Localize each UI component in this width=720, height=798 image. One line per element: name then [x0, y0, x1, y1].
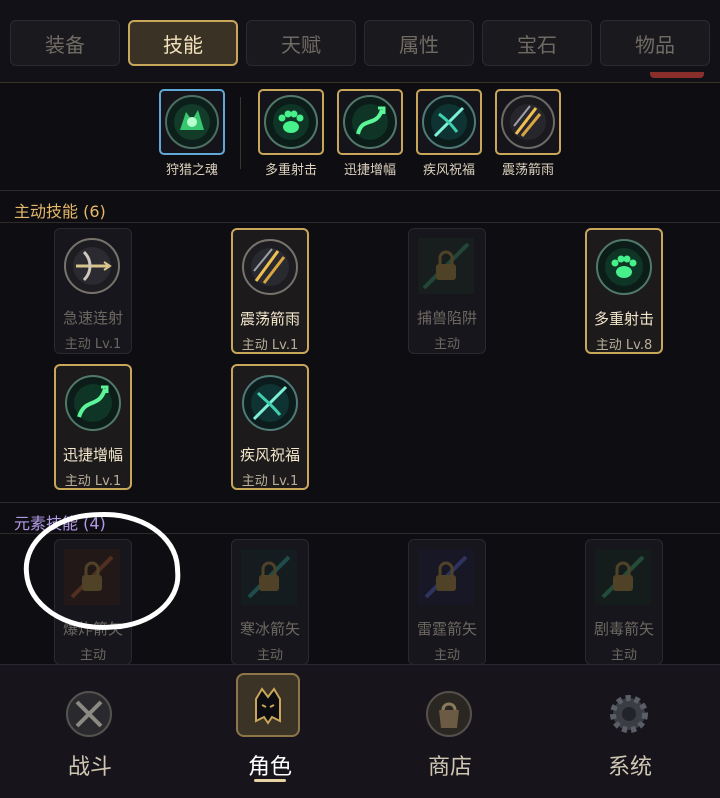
skill-level: 主动 Lv.1	[64, 337, 122, 352]
skill-level: 主动 Lv.1	[241, 338, 299, 353]
skill-card[interactable]: 寒冰箭矢 主动	[231, 539, 309, 665]
skill-card[interactable]: 剧毒箭矢 主动	[585, 539, 663, 665]
notification-mark	[650, 72, 704, 78]
helmet-icon	[236, 673, 300, 737]
tab-skills[interactable]: 技能	[128, 20, 238, 66]
gear-icon	[598, 683, 660, 745]
skill-name: 多重射击	[593, 310, 654, 328]
section-divider	[0, 502, 720, 503]
skill-card[interactable]: 震荡箭雨 主动 Lv.1	[231, 228, 309, 354]
skill-card[interactable]: 迅捷增幅 主动 Lv.1	[54, 364, 132, 490]
tab-attributes[interactable]: 属性	[364, 20, 474, 66]
equipped-slot-2[interactable]: 迅捷增幅	[337, 89, 403, 178]
skill-card[interactable]: 雷霆箭矢 主动	[408, 539, 486, 665]
skill-level: 主动 Lv.1	[64, 474, 122, 489]
equipped-slot-soul[interactable]: 狩猎之魂	[159, 89, 225, 178]
skill-card[interactable]: 多重射击 主动 Lv.8	[585, 228, 663, 354]
lock-icon	[592, 546, 654, 608]
nav-system[interactable]: 系统	[540, 665, 720, 798]
skill-level: 主动	[79, 648, 106, 663]
equipped-slot-label: 疾风祝福	[422, 163, 475, 178]
section-divider	[0, 190, 720, 191]
skill-name: 捕兽陷阱	[416, 309, 477, 327]
swift-arrow-icon	[337, 89, 403, 155]
nav-label: 战斗	[67, 755, 112, 780]
bow-blessing-icon	[239, 372, 301, 434]
skill-name: 寒冰箭矢	[239, 620, 300, 638]
arrow-rain-icon	[239, 236, 301, 298]
paw-icon	[593, 236, 655, 298]
skill-level: 主动	[433, 337, 460, 352]
skill-level: 主动	[610, 648, 637, 663]
nav-character[interactable]: 角色	[180, 665, 360, 798]
crossed-swords-icon	[58, 683, 120, 745]
skill-level: 主动	[256, 648, 283, 663]
equipped-skills-bar: 狩猎之魂 多重射击 迅捷增幅 疾风祝福 震荡箭雨	[0, 83, 720, 183]
equipped-slot-label: 迅捷增幅	[343, 163, 396, 178]
skill-level: 主动	[433, 648, 460, 663]
equipped-slot-3[interactable]: 疾风祝福	[416, 89, 482, 178]
tab-talents[interactable]: 天赋	[246, 20, 356, 66]
lock-icon	[415, 235, 477, 297]
skill-level: 主动 Lv.8	[595, 338, 653, 353]
lock-icon	[415, 546, 477, 608]
lock-icon	[238, 546, 300, 608]
tab-equipment[interactable]: 装备	[10, 20, 120, 66]
skill-card[interactable]: 捕兽陷阱 主动	[408, 228, 486, 354]
paw-icon	[258, 89, 324, 155]
skill-name: 急速连射	[62, 309, 123, 327]
nav-label: 商店	[427, 755, 472, 780]
tab-gems[interactable]: 宝石	[482, 20, 592, 66]
bottom-nav: 战斗 角色 商店 系统	[0, 664, 720, 798]
skill-name: 迅捷增幅	[62, 446, 123, 464]
section-divider	[0, 222, 720, 223]
nav-label: 角色	[247, 755, 292, 780]
tab-items[interactable]: 物品	[600, 20, 710, 66]
equipped-slot-1[interactable]: 多重射击	[258, 89, 324, 178]
skill-name: 剧毒箭矢	[593, 620, 654, 638]
skill-name: 震荡箭雨	[239, 310, 300, 328]
category-tabs: 装备 技能 天赋 属性 宝石 物品	[0, 0, 720, 83]
swift-arrow-icon	[62, 372, 124, 434]
skill-name: 疾风祝福	[239, 446, 300, 464]
divider	[240, 97, 241, 169]
equipped-slot-label: 震荡箭雨	[501, 163, 554, 178]
nav-label: 系统	[607, 755, 652, 780]
nav-shop[interactable]: 商店	[360, 665, 540, 798]
wolf-spirit-icon	[159, 89, 225, 155]
section-title-active: 主动技能 (6)	[14, 202, 106, 221]
skill-name: 雷霆箭矢	[416, 620, 477, 638]
skill-card[interactable]: 急速连射 主动 Lv.1	[54, 228, 132, 354]
equipped-slot-4[interactable]: 震荡箭雨	[495, 89, 561, 178]
skill-level: 主动 Lv.1	[241, 474, 299, 489]
nav-battle[interactable]: 战斗	[0, 665, 180, 798]
active-indicator	[254, 779, 286, 782]
arrow-rain-icon	[495, 89, 561, 155]
bow-blessing-icon	[416, 89, 482, 155]
bag-icon	[418, 683, 480, 745]
equipped-slot-label: 狩猎之魂	[165, 163, 218, 178]
crossbow-icon	[61, 235, 123, 297]
equipped-slot-label: 多重射击	[264, 163, 317, 178]
skill-card[interactable]: 疾风祝福 主动 Lv.1	[231, 364, 309, 490]
